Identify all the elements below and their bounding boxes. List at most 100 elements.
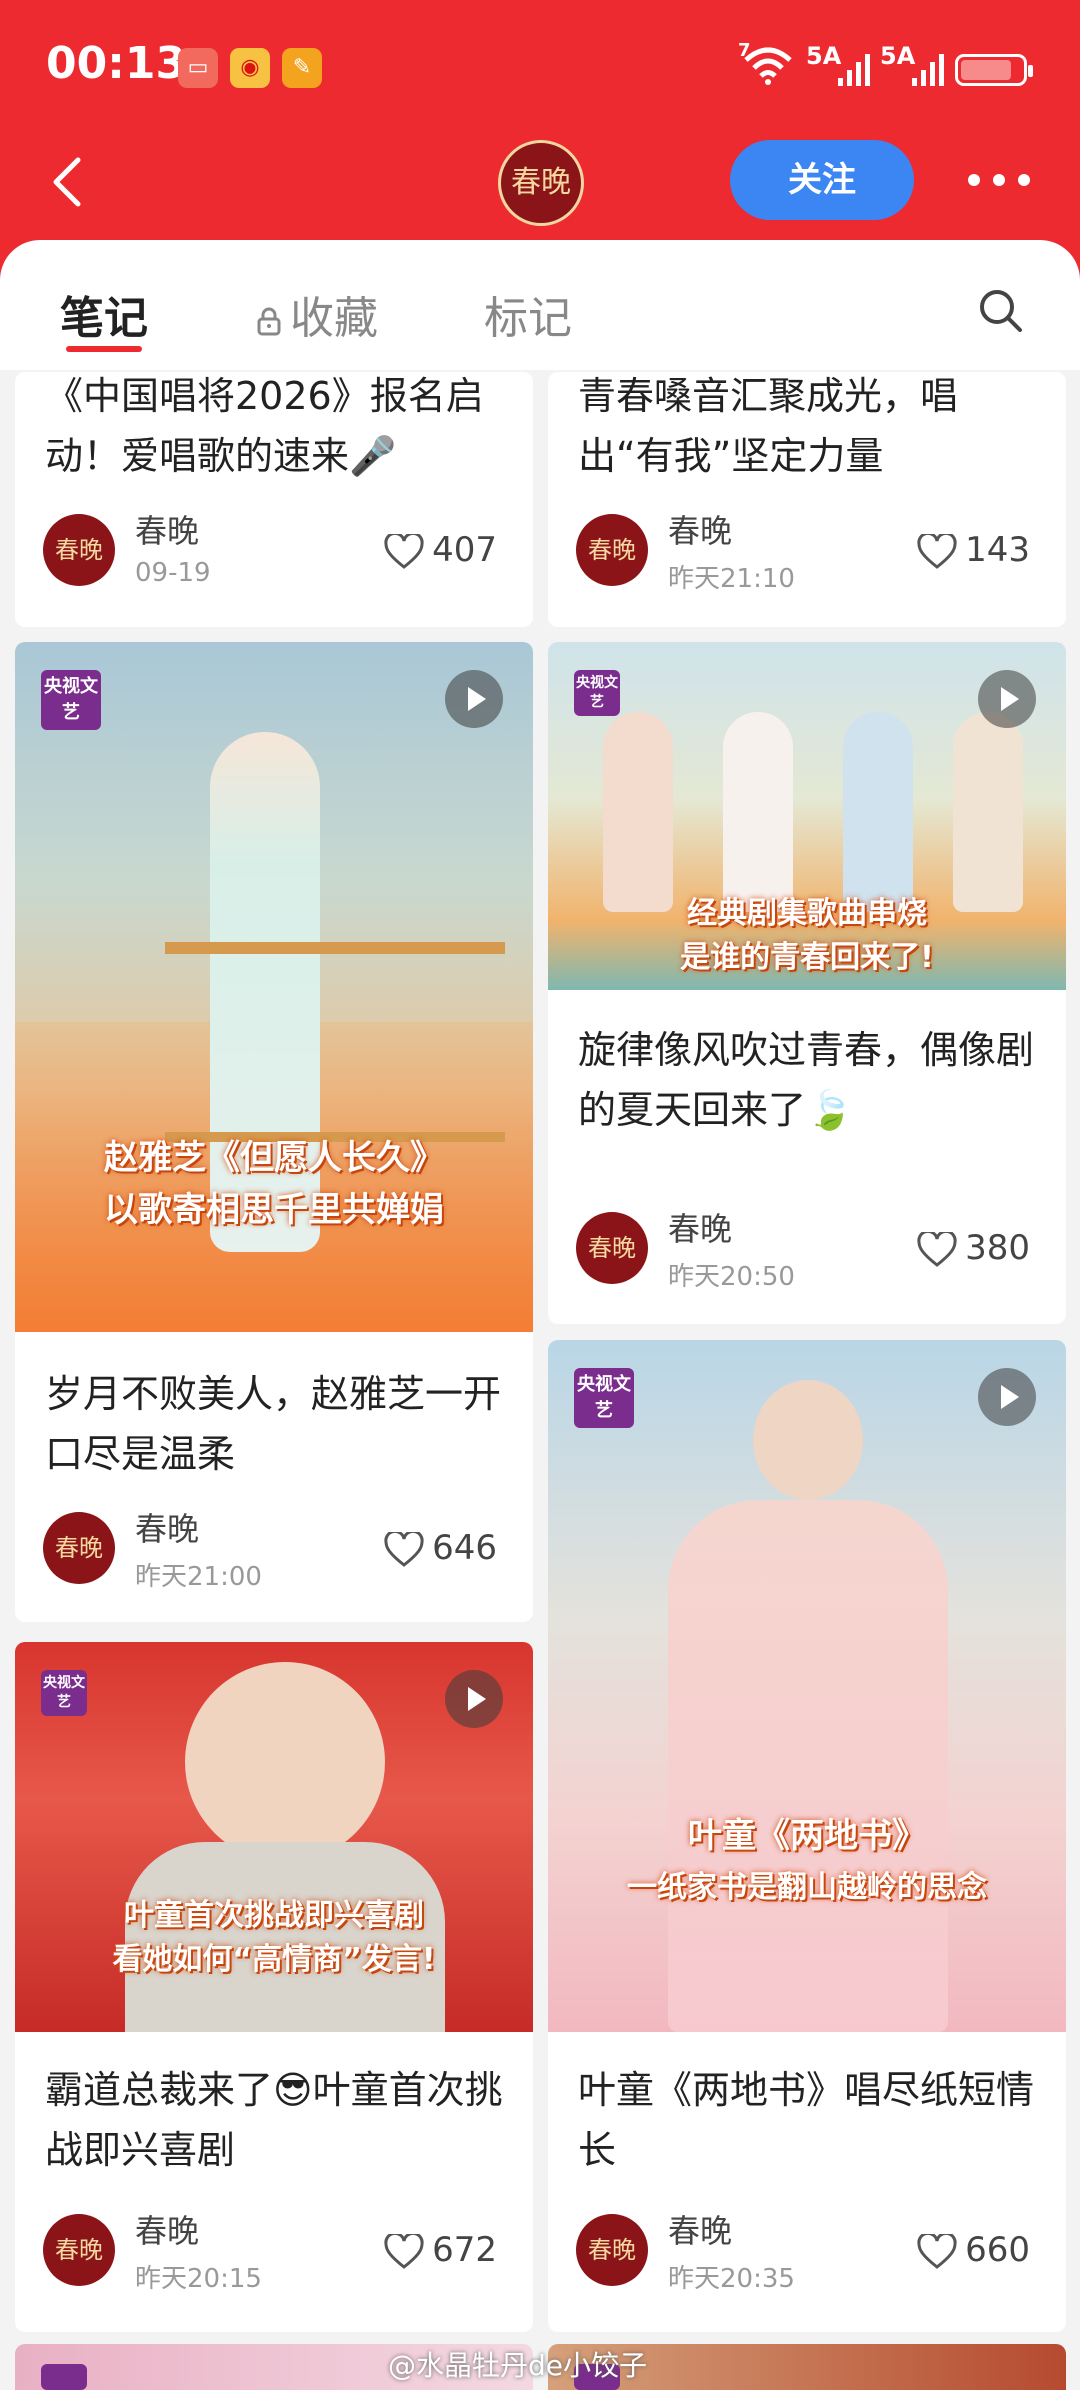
note-card[interactable]: 央视文艺 经典剧集歌曲串烧 是谁的青春回来了! 旋律像风吹过青春，偶像剧的夏天回… — [548, 642, 1066, 1324]
performer-figure — [185, 1662, 385, 1862]
status-bar: 00:13 ▭ ◉ ✎ 7 5A 5A — [0, 0, 1080, 130]
like-count[interactable]: 672 — [384, 2230, 497, 2270]
caption-line-1: 叶童首次挑战即兴喜剧 — [124, 1898, 424, 1933]
like-count[interactable]: 143 — [917, 530, 1030, 570]
tab-marks[interactable]: 标记 — [484, 282, 572, 346]
video-caption: 经典剧集歌曲串烧 是谁的青春回来了! — [548, 892, 1066, 980]
signal-2-icon — [912, 54, 944, 86]
note-card[interactable]: 央视文艺 叶童首次挑战即兴喜剧 看她如何“高情商”发言! 霸道总裁来了😎叶童首次… — [15, 1642, 533, 2332]
video-thumbnail: 央视文艺 叶童《两地书》 一纸家书是翻山越岭的思念 — [548, 1340, 1066, 2032]
note-title: 岁月不败美人，赵雅芝一开口尽是温柔 — [45, 1372, 502, 1476]
note-date: 昨天21:00 — [135, 1562, 262, 1592]
author-name: 春晚 — [135, 512, 200, 550]
follow-button[interactable]: 关注 — [730, 140, 914, 220]
note-date: 昨天20:35 — [668, 2264, 795, 2294]
author-avatar: 春晚 — [576, 1212, 648, 1284]
note-card[interactable]: 央视文艺 赵雅芝《但愿人长久》 以歌寄相思千里共婵娟 岁月不败美人，赵雅芝一开口… — [15, 642, 533, 1622]
play-icon[interactable] — [445, 1670, 503, 1728]
caption-line-1: 赵雅芝《但愿人长久》 — [104, 1138, 444, 1178]
video-caption: 叶童首次挑战即兴喜剧 看她如何“高情商”发言! — [15, 1894, 533, 1982]
nav-bar: 春晚 关注 — [0, 130, 1080, 250]
note-date: 昨天20:15 — [135, 2264, 262, 2294]
status-time: 00:13 — [46, 38, 187, 89]
heart-icon — [384, 2231, 424, 2269]
note-card[interactable]: 青春嗓音汇聚成光，唱出“有我”坚定力量 春晚 春晚 昨天21:10 143 — [548, 372, 1066, 627]
author-avatar: 春晚 — [43, 514, 115, 586]
note-date: 昨天21:10 — [668, 564, 795, 594]
play-icon[interactable] — [445, 670, 503, 728]
note-title: 旋律像风吹过青春，偶像剧的夏天回来了🍃 — [578, 1028, 1035, 1132]
app-notification-icon: ✎ — [282, 48, 322, 88]
tab-notes[interactable]: 笔记 — [60, 282, 148, 346]
caption-line-2: 一纸家书是翻山越岭的思念 — [627, 1870, 987, 1905]
author-name: 春晚 — [668, 1210, 733, 1248]
video-thumbnail: 央视文艺 叶童首次挑战即兴喜剧 看她如何“高情商”发言! — [15, 1642, 533, 2032]
video-caption: 叶童《两地书》 一纸家书是翻山越岭的思念 — [548, 1810, 1066, 1914]
heart-icon — [917, 2231, 957, 2269]
performer-figure — [603, 712, 673, 912]
brand-avatar[interactable]: 春晚 — [498, 140, 584, 226]
like-number: 660 — [965, 2230, 1030, 2270]
signal-1-icon — [838, 54, 870, 86]
battery-icon — [955, 54, 1033, 86]
cctv-badge: 央视文艺 — [41, 1670, 87, 1716]
video-thumbnail: 央视文艺 经典剧集歌曲串烧 是谁的青春回来了! — [548, 642, 1066, 990]
weibo-icon: ◉ — [230, 48, 270, 88]
author-name: 春晚 — [135, 1510, 200, 1548]
video-thumbnail: 央视文艺 赵雅芝《但愿人长久》 以歌寄相思千里共婵娟 — [15, 642, 533, 1332]
performer-figure — [668, 1500, 948, 2032]
cctv-badge: 央视文艺 — [41, 670, 101, 730]
performer-figure — [723, 712, 793, 912]
caption-line-1: 经典剧集歌曲串烧 — [687, 896, 927, 931]
watermark-text: @水晶牡丹de小饺子 — [388, 2349, 648, 2382]
performer-figure — [953, 712, 1023, 912]
tab-favorites[interactable]: 收藏 — [254, 282, 378, 346]
search-icon[interactable] — [976, 286, 1026, 336]
heart-icon — [384, 1529, 424, 1567]
heart-icon — [917, 531, 957, 569]
author-name: 春晚 — [668, 2212, 733, 2250]
like-count[interactable]: 407 — [384, 530, 497, 570]
author-avatar: 春晚 — [43, 1512, 115, 1584]
like-count[interactable]: 380 — [917, 1228, 1030, 1268]
note-title: 叶童《两地书》唱尽纸短情长 — [578, 2068, 1035, 2172]
like-number: 380 — [965, 1228, 1030, 1268]
performer-figure — [753, 1380, 863, 1500]
author-name: 春晚 — [135, 2212, 200, 2250]
like-number: 672 — [432, 2230, 497, 2270]
cctv-badge: 央视文艺 — [574, 1368, 634, 1428]
lock-icon — [257, 307, 281, 336]
wifi-label: 7 — [738, 40, 751, 61]
author-avatar: 春晚 — [576, 514, 648, 586]
caption-line-1: 叶童《两地书》 — [688, 1816, 926, 1856]
tab-bar: 笔记 收藏 标记 — [0, 240, 1080, 370]
note-date: 09-19 — [135, 558, 211, 588]
play-icon[interactable] — [978, 670, 1036, 728]
note-card[interactable]: 《中国唱将2026》报名启动！爱唱歌的速来🎤 春晚 春晚 09-19 407 — [15, 372, 533, 627]
video-caption: 赵雅芝《但愿人长久》 以歌寄相思千里共婵娟 — [15, 1132, 533, 1236]
play-icon[interactable] — [978, 1368, 1036, 1426]
like-number: 407 — [432, 530, 497, 570]
author-avatar: 春晚 — [43, 2214, 115, 2286]
caption-line-2: 以歌寄相思千里共婵娟 — [104, 1190, 444, 1230]
more-options-icon[interactable] — [968, 170, 1030, 190]
active-tab-indicator — [66, 346, 142, 352]
cctv-badge — [41, 2364, 87, 2390]
heart-icon — [917, 1229, 957, 1267]
note-title: 青春嗓音汇聚成光，唱出“有我”坚定力量 — [578, 374, 959, 478]
caption-line-2: 看她如何“高情商”发言! — [112, 1942, 436, 1977]
performer-figure — [843, 712, 913, 912]
note-card[interactable]: 央视文艺 叶童《两地书》 一纸家书是翻山越岭的思念 叶童《两地书》唱尽纸短情长 … — [548, 1340, 1066, 2332]
like-number: 143 — [965, 530, 1030, 570]
back-arrow-icon[interactable] — [40, 152, 100, 212]
note-title: 《中国唱将2026》报名启动！爱唱歌的速来🎤 — [45, 374, 484, 478]
railing — [165, 942, 505, 1142]
like-number: 646 — [432, 1528, 497, 1568]
author-name: 春晚 — [668, 512, 733, 550]
author-avatar: 春晚 — [576, 2214, 648, 2286]
heart-icon — [384, 531, 424, 569]
note-date: 昨天20:50 — [668, 1262, 795, 1292]
like-count[interactable]: 646 — [384, 1528, 497, 1568]
like-count[interactable]: 660 — [917, 2230, 1030, 2270]
cctv-badge: 央视文艺 — [574, 670, 620, 716]
